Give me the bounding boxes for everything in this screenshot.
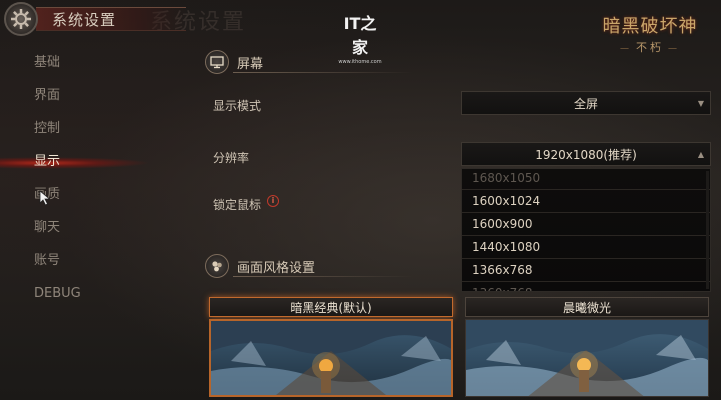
display-mode-label: 显示模式 (213, 99, 262, 113)
lock-mouse-label: 锁定鼠标 (213, 198, 262, 212)
resolution-select[interactable]: 1920x1080(推荐) ▲ (461, 142, 711, 166)
resolution-option[interactable]: 1680x1050 (462, 169, 710, 190)
gear-icon (4, 2, 38, 36)
game-logo-subtitle: 不朽 (590, 39, 710, 55)
resolution-option[interactable]: 1600x900 (462, 213, 710, 236)
monitor-icon (205, 50, 229, 74)
game-logo-title: 暗黑破坏神 (602, 16, 698, 37)
sidebar-item-display[interactable]: 显示 (0, 147, 170, 177)
watermark: IT之家 www.ithome.com (337, 10, 383, 65)
resolution-option[interactable]: 1366x768 (462, 259, 710, 282)
sidebar-item-account[interactable]: 账号 (0, 246, 170, 276)
sidebar-item-interface[interactable]: 界面 (0, 81, 170, 111)
section-divider (233, 72, 413, 73)
screen-section-title: 屏幕 (237, 57, 264, 72)
chevron-down-icon: ▼ (697, 99, 704, 108)
mouse-cursor-icon (39, 190, 51, 206)
style-section-title: 画面风格设置 (237, 261, 316, 276)
display-mode-select[interactable]: 全屏 ▼ (461, 91, 711, 115)
palette-icon (205, 254, 229, 278)
sidebar-item-chat[interactable]: 聊天 (0, 213, 170, 243)
style-card-classic[interactable]: 暗黑经典(默认) (209, 297, 453, 397)
window-title: 系统设置 (52, 11, 117, 29)
sidebar-item-controls[interactable]: 控制 (0, 114, 170, 144)
dropdown-scrollbar[interactable] (706, 171, 709, 289)
display-mode-value: 全屏 (573, 97, 598, 111)
sidebar-item-basic[interactable]: 基础 (0, 48, 170, 78)
resolution-dropdown-list[interactable]: 1680x1050 1600x1024 1600x900 1440x1080 1… (461, 168, 711, 292)
resolution-label: 分辨率 (213, 151, 250, 165)
info-icon[interactable]: i (267, 195, 279, 207)
chevron-up-icon: ▲ (697, 150, 704, 159)
watermark-url: www.ithome.com (338, 59, 382, 65)
watermark-logo: IT之家 (343, 14, 377, 57)
style-preview-image (209, 319, 453, 397)
resolution-value: 1920x1080(推荐) (535, 148, 637, 162)
style-card-label: 晨曦微光 (465, 297, 709, 317)
resolution-option[interactable]: 1360x768 (462, 282, 710, 291)
game-logo: 暗黑破坏神 不朽 (590, 12, 710, 55)
sidebar-item-debug[interactable]: DEBUG (0, 279, 170, 309)
sidebar-item-graphics[interactable]: 画质 (0, 180, 170, 210)
style-preview-image (465, 319, 709, 397)
resolution-option[interactable]: 1600x1024 (462, 190, 710, 213)
resolution-option[interactable]: 1440x1080 (462, 236, 710, 259)
style-card-dawn[interactable]: 晨曦微光 (465, 297, 709, 397)
style-card-label: 暗黑经典(默认) (209, 297, 453, 317)
section-divider (233, 276, 413, 277)
